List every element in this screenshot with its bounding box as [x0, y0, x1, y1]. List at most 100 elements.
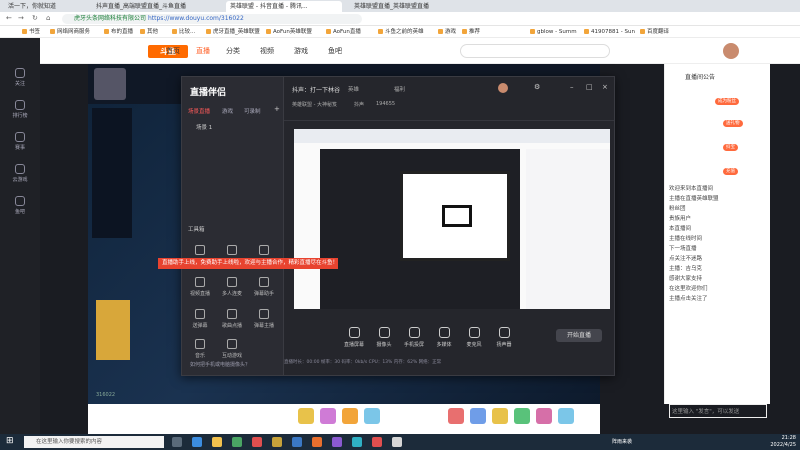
tool-multi-mic[interactable]: 多人连麦 — [218, 277, 246, 297]
gift-icon[interactable] — [448, 408, 464, 424]
badge-button[interactable]: 抖宝 — [723, 144, 738, 151]
sidebar-item-forum[interactable]: 鱼吧 — [0, 196, 40, 215]
speaker-button[interactable]: 扬声器 — [488, 327, 520, 348]
app-icon[interactable] — [232, 437, 242, 447]
chat-input[interactable]: 这里输入 "发言"，可以发送 — [669, 404, 767, 418]
notification-banner[interactable]: 直播助手上线，免费助手上线啦，欢迎与主播合作，精彩直播尽在斗鱼！ — [158, 258, 338, 269]
footer-hint[interactable]: 如何把手机或电脑摄像头？ — [190, 361, 250, 368]
site-search-input[interactable] — [460, 44, 610, 58]
bookmark[interactable]: AoFun英雄联盟 — [266, 28, 312, 36]
nav-games[interactable]: 游戏 — [294, 46, 308, 56]
browser-tab[interactable]: 英雄联盟直播_英雄联盟直播 — [350, 1, 466, 12]
chat-header: 直播间公告 — [685, 74, 716, 81]
bookmark[interactable]: 百度翻译 — [640, 28, 669, 36]
app-avatar[interactable] — [498, 83, 508, 93]
bookmark[interactable]: 推荐 — [462, 28, 480, 36]
app-tab-record[interactable]: 可录制 — [244, 107, 261, 115]
microphone-button[interactable]: 麦克风 — [458, 327, 490, 348]
app-icon[interactable] — [252, 437, 262, 447]
tool-label: 音乐 — [194, 353, 205, 359]
bookmark[interactable]: 比较... — [172, 28, 195, 36]
source-camera-button[interactable]: 摄像头 — [368, 327, 400, 348]
badge-button[interactable]: 送礼物 — [723, 120, 743, 127]
edge-icon[interactable] — [192, 437, 202, 447]
app-tab-game[interactable]: 游戏 — [222, 107, 233, 115]
gift-icon[interactable] — [492, 408, 508, 424]
app-icon[interactable] — [332, 437, 342, 447]
app-icon[interactable] — [352, 437, 362, 447]
bookmark[interactable]: 布的直播 — [104, 28, 133, 36]
app-icon[interactable] — [392, 437, 402, 447]
bookmark[interactable]: 41907881 - Sun — [584, 28, 635, 36]
url-input[interactable]: 虎牙头条网络科技有限公司 https://www.douyu.com/31602… — [62, 14, 362, 24]
bookmark[interactable]: 其他 — [140, 28, 158, 36]
close-icon[interactable]: × — [602, 83, 608, 91]
scene-item[interactable]: 场景 1 — [196, 123, 212, 131]
nav-home[interactable]: 首页 — [166, 46, 180, 56]
tool-song[interactable]: 歌曲点播 — [218, 309, 246, 329]
source-media-button[interactable]: 多媒体 — [428, 327, 460, 348]
nav-live[interactable]: 直播 — [196, 46, 210, 56]
tool-video[interactable]: 视频直播 — [186, 277, 214, 297]
gift-icon[interactable] — [342, 408, 358, 424]
nav-forum[interactable]: 鱼吧 — [328, 46, 342, 56]
home-icon[interactable]: ⌂ — [46, 14, 50, 22]
settings-icon[interactable]: ⚙ — [534, 83, 540, 91]
tool-music[interactable]: 音乐 — [186, 339, 214, 359]
gift-icon[interactable] — [470, 408, 486, 424]
sidebar-item-events[interactable]: 赛事 — [0, 132, 40, 151]
app-tab-live[interactable]: 场景直播 — [188, 107, 210, 115]
source-phone-button[interactable]: 手机投屏 — [398, 327, 430, 348]
windows-start-icon[interactable]: ⊞ — [6, 436, 14, 446]
tool-danmaku[interactable]: 弹幕助手 — [250, 277, 278, 297]
refresh-icon[interactable]: ↻ — [32, 14, 38, 22]
weather-text[interactable]: 阵雨来袭 — [612, 438, 632, 445]
sidebar-item-rank[interactable]: 排行榜 — [0, 100, 40, 119]
app-icon[interactable] — [272, 437, 282, 447]
browser-tab[interactable]: 活一下，你就知道 — [4, 1, 76, 12]
nav-category[interactable]: 分类 — [226, 46, 240, 56]
add-scene-button[interactable]: + — [274, 105, 280, 113]
gift-icon[interactable] — [536, 408, 552, 424]
tool-host[interactable]: 弹幕主播 — [250, 309, 278, 329]
tool-interactive[interactable]: 互动游戏 — [218, 339, 246, 359]
bookmark[interactable]: 斗鱼之前的英雄 — [378, 28, 424, 36]
badge-button[interactable]: 成为粉丝 — [715, 98, 739, 105]
user-avatar[interactable] — [723, 43, 739, 59]
minimize-icon[interactable]: – — [570, 83, 574, 91]
live-preview[interactable] — [294, 129, 610, 309]
browser-tab-active[interactable]: 英雄联盟 - 抖音直播 - 腾讯... — [226, 1, 342, 12]
gift-icon[interactable] — [558, 408, 574, 424]
system-clock[interactable]: 21:28 2022/4/25 — [752, 435, 796, 449]
sidebar-item-cloud-game[interactable]: 云游戏 — [0, 164, 40, 183]
gift-icon[interactable] — [298, 408, 314, 424]
bookmark[interactable]: 书签 — [22, 28, 40, 36]
explorer-icon[interactable] — [212, 437, 222, 447]
sidebar-item-follow[interactable]: 关注 — [0, 68, 40, 87]
app-icon[interactable] — [372, 437, 382, 447]
browser-tab[interactable]: 抖声直播_高端联盟直播_斗鱼直播 — [92, 1, 208, 12]
back-icon[interactable]: ← — [6, 14, 12, 22]
app-icon[interactable] — [292, 437, 302, 447]
app-icon[interactable] — [312, 437, 322, 447]
gift-icon[interactable] — [514, 408, 530, 424]
chat-line: 欢迎来到本直播间 — [669, 186, 714, 192]
bookmark[interactable]: 游戏 — [438, 28, 456, 36]
taskbar-search-input[interactable]: 在这里输入你要搜索的内容 — [24, 436, 164, 448]
bookmark[interactable]: 网络网商服务 — [50, 28, 90, 36]
badge-button[interactable]: 充值 — [723, 168, 738, 175]
bookmark[interactable]: gblow - Summ — [530, 28, 577, 36]
nav-video[interactable]: 视频 — [260, 46, 274, 56]
gift-icon[interactable] — [364, 408, 380, 424]
forward-icon[interactable]: → — [18, 14, 24, 22]
task-view-icon[interactable] — [172, 437, 182, 447]
streamer-avatar[interactable] — [94, 68, 126, 100]
tool-send-danmaku[interactable]: 送弹幕 — [186, 309, 214, 329]
promo-card[interactable] — [96, 300, 130, 360]
gift-icon[interactable] — [320, 408, 336, 424]
start-live-button[interactable]: 开始直播 — [556, 329, 602, 342]
bookmark[interactable]: 虎牙直播_英雄联盟 — [206, 28, 260, 36]
maximize-icon[interactable]: □ — [586, 83, 593, 91]
source-screen-button[interactable]: 直播屏幕 — [338, 327, 370, 348]
bookmark[interactable]: AoFun直播 — [326, 28, 361, 36]
